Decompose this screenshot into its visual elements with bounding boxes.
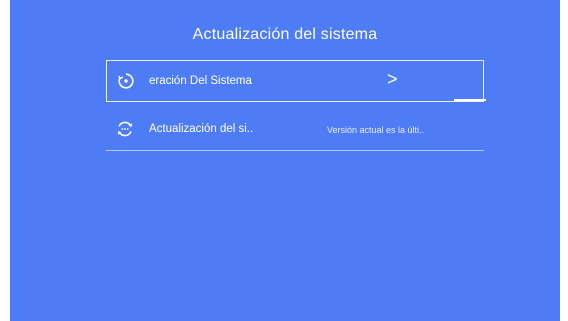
circular-arrow-icon: [117, 72, 135, 90]
menu-item-system-update[interactable]: Actualización del si.. Versión actual es…: [106, 109, 484, 151]
page-title: Actualización del sistema: [192, 26, 378, 43]
refresh-dots-icon: [116, 120, 134, 138]
chevron-right-icon: >: [387, 69, 398, 89]
settings-screen: Actualización del sistema eración Del Si…: [10, 0, 560, 321]
menu-item-label: eración Del Sistema: [149, 75, 252, 87]
selection-underline: [454, 99, 486, 101]
menu-item-label: Actualización del si..: [149, 123, 254, 135]
menu-item-system-operation[interactable]: eración Del Sistema >: [106, 60, 484, 102]
menu-item-value: Versión actual es la últi..: [327, 125, 425, 135]
